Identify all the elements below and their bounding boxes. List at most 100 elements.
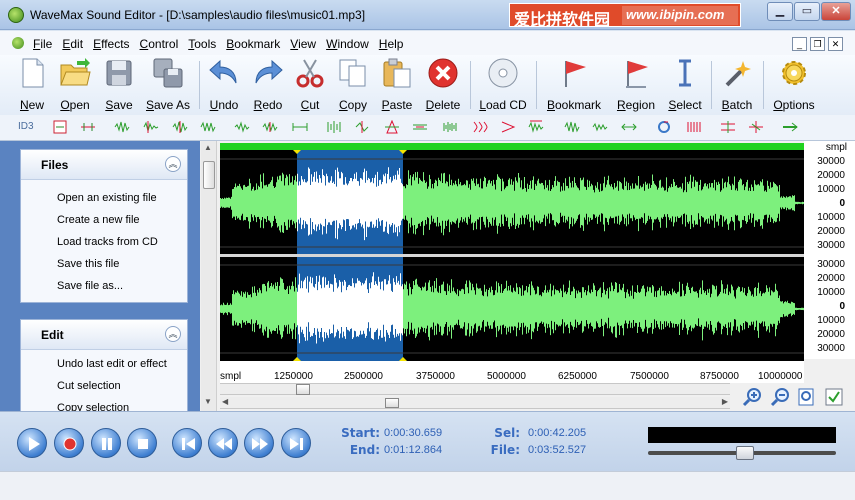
zoom-scroll-thumb[interactable] (296, 384, 310, 395)
minimize-button[interactable]: ▁ (767, 2, 793, 21)
fade-in-icon[interactable] (114, 120, 130, 134)
amplify-icon[interactable] (172, 120, 188, 134)
position-scrollbar[interactable]: ◀ ▶ (220, 397, 730, 409)
normalize-icon[interactable] (200, 120, 216, 134)
zoom-selection-icon[interactable] (797, 387, 817, 407)
equalizer-icon[interactable] (564, 120, 580, 134)
scrollbar-thumb[interactable] (203, 161, 215, 189)
volume-slider[interactable] (648, 446, 836, 460)
stop-button[interactable] (127, 428, 157, 458)
menu-edit[interactable]: Edit (62, 37, 83, 51)
collapse-chevron-icon[interactable]: ︽ (165, 156, 181, 172)
resample-icon[interactable] (686, 120, 702, 134)
files-header[interactable]: Files ︽ (21, 150, 187, 180)
menu-bookmark[interactable]: Bookmark (226, 37, 280, 51)
menu-window[interactable]: Window (326, 37, 369, 51)
split-icon[interactable] (720, 120, 736, 134)
redo-button[interactable]: Redo (250, 57, 286, 113)
open-button[interactable]: Open (56, 57, 94, 113)
scroll-down-icon[interactable]: ▼ (204, 397, 212, 406)
convert-icon[interactable] (656, 120, 672, 134)
options-button[interactable]: Options (771, 57, 817, 113)
volume-thumb[interactable] (736, 446, 754, 460)
mdi-restore-button[interactable]: ❐ (810, 37, 825, 51)
zoom-out-icon[interactable] (770, 387, 790, 407)
end-label: End: (349, 443, 380, 457)
delete-button[interactable]: Delete (424, 57, 462, 113)
silence-icon[interactable] (292, 120, 308, 134)
start-time: 0:00:30.659 (384, 427, 443, 439)
menu-view[interactable]: View (290, 37, 316, 51)
join-icon[interactable] (748, 120, 764, 134)
go-to-end-button[interactable] (281, 428, 311, 458)
pitch-icon[interactable] (384, 120, 400, 134)
batch-button[interactable]: Batch (718, 57, 756, 113)
menu-tools[interactable]: Tools (188, 37, 216, 51)
insert-icon[interactable] (52, 120, 68, 134)
fast-forward-button[interactable] (244, 428, 274, 458)
close-button[interactable]: ✕ (821, 2, 851, 21)
task-save-file-as[interactable]: Save file as... (57, 280, 123, 292)
record-button[interactable] (54, 428, 84, 458)
echo-icon[interactable] (234, 120, 250, 134)
region-button[interactable]: Region (615, 57, 657, 113)
copy-button[interactable]: Copy (336, 57, 370, 113)
edit-header[interactable]: Edit ︽ (21, 320, 187, 350)
id3-tag-button[interactable]: ID3 (18, 121, 34, 132)
menu-help[interactable]: Help (379, 37, 404, 51)
invert-icon[interactable] (326, 120, 342, 134)
time-axis: smpl 1250000 2500000 3750000 5000000 625… (220, 361, 804, 383)
position-scroll-thumb[interactable] (385, 398, 399, 408)
task-cut-selection[interactable]: Cut selection (57, 380, 121, 392)
load-cd-button[interactable]: Load CD (478, 57, 528, 113)
skip-back-icon (182, 438, 195, 450)
document-icon[interactable] (12, 37, 24, 49)
fade-out-icon[interactable] (143, 120, 159, 134)
rewind-button[interactable] (208, 428, 238, 458)
undo-button[interactable]: Undo (206, 57, 242, 113)
paste-button[interactable]: Paste (380, 57, 414, 113)
menu-file[interactable]: File (33, 37, 52, 51)
mdi-close-button[interactable]: ✕ (828, 37, 843, 51)
task-create-file[interactable]: Create a new file (57, 214, 140, 226)
zoom-scrollbar[interactable] (220, 383, 730, 395)
go-to-start-button[interactable] (172, 428, 202, 458)
task-open-file[interactable]: Open an existing file (57, 192, 157, 204)
tempo-icon[interactable] (412, 120, 428, 134)
reverse-icon[interactable] (354, 120, 370, 134)
zoom-fit-icon[interactable] (824, 387, 844, 407)
task-undo[interactable]: Undo last edit or effect (57, 358, 167, 370)
scroll-up-icon[interactable]: ▲ (204, 143, 212, 152)
noise-icon[interactable] (442, 120, 458, 134)
new-button[interactable]: New (14, 57, 50, 113)
trim-icon[interactable] (80, 120, 96, 134)
paste-clipboard-icon (381, 57, 413, 89)
scroll-right-icon[interactable]: ▶ (722, 397, 728, 406)
maximize-button[interactable]: ▭ (794, 2, 820, 21)
pause-button[interactable] (91, 428, 121, 458)
chorus-icon[interactable] (528, 120, 544, 134)
filter-icon[interactable] (592, 120, 608, 134)
reverb-icon[interactable] (262, 120, 278, 134)
play-button[interactable] (17, 428, 47, 458)
task-panel-scrollbar[interactable]: ▲ ▼ (201, 141, 217, 411)
save-button[interactable]: Save (102, 57, 136, 113)
select-button[interactable]: Select (667, 57, 703, 113)
zoom-in-icon[interactable] (742, 387, 762, 407)
menu-effects[interactable]: Effects (93, 37, 129, 51)
scroll-left-icon[interactable]: ◀ (222, 397, 228, 406)
task-save-file[interactable]: Save this file (57, 258, 119, 270)
cut-button[interactable]: Cut (294, 57, 326, 113)
play-region-icon[interactable] (782, 120, 798, 134)
vibrato-icon[interactable] (472, 120, 488, 134)
menu-control[interactable]: Control (140, 37, 179, 51)
task-load-cd[interactable]: Load tracks from CD (57, 236, 158, 248)
flanger-icon[interactable] (500, 120, 516, 134)
compressor-icon[interactable] (621, 120, 637, 134)
save-as-button[interactable]: Save As (144, 57, 192, 113)
task-copy-selection[interactable]: Copy selection (57, 402, 129, 411)
bookmark-button[interactable]: Bookmark (545, 57, 603, 113)
waveform-view[interactable] (220, 143, 804, 361)
mdi-minimize-button[interactable]: _ (792, 37, 807, 51)
collapse-chevron-icon[interactable]: ︽ (165, 326, 181, 342)
